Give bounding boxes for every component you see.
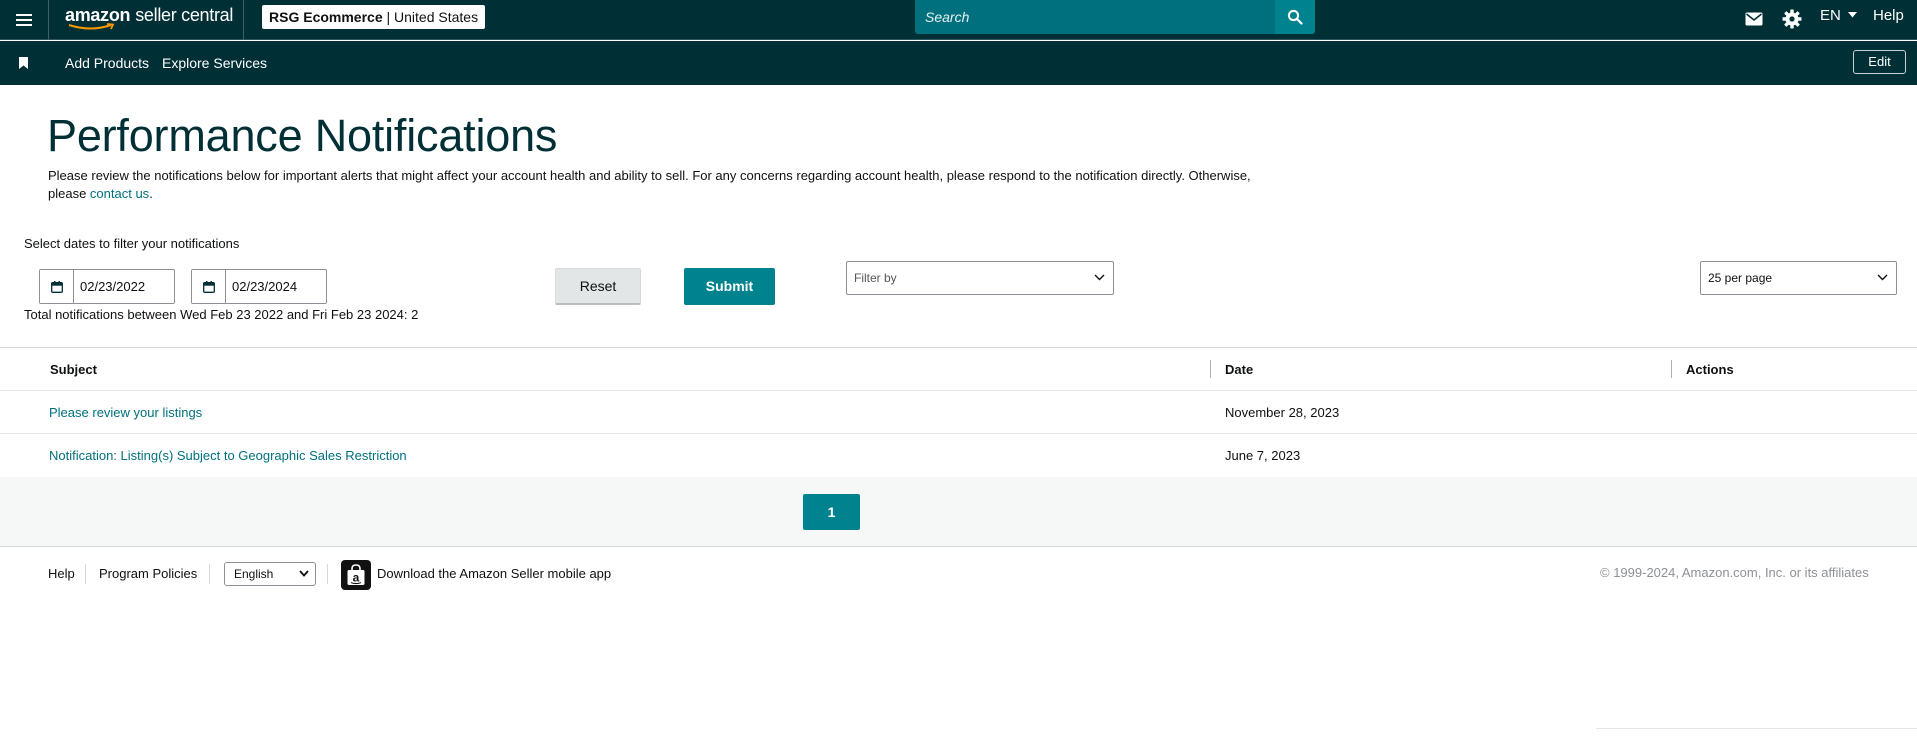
- page-edge-line: [1596, 728, 1917, 729]
- shopping-bag-icon: a: [347, 564, 365, 585]
- contact-us-link[interactable]: contact us: [90, 186, 149, 201]
- table-row: Notification: Listing(s) Subject to Geog…: [0, 434, 1917, 477]
- calendar-icon: [50, 280, 63, 293]
- settings-button[interactable]: [1781, 8, 1803, 30]
- notification-date: November 28, 2023: [1225, 405, 1340, 420]
- table-row: Please review your listings November 28,…: [0, 391, 1917, 434]
- mail-icon: [1745, 12, 1763, 26]
- language-selector[interactable]: EN: [1820, 7, 1858, 24]
- program-policies-link[interactable]: Program Policies: [99, 566, 197, 581]
- account-switcher[interactable]: RSG Ecommerce | United States: [262, 5, 486, 29]
- notification-date: June 7, 2023: [1225, 448, 1301, 463]
- end-date-picker: [191, 269, 327, 304]
- footer-divider: [85, 564, 86, 584]
- help-link[interactable]: Help: [1873, 7, 1904, 24]
- notification-subject-link[interactable]: Please review your listings: [49, 391, 202, 434]
- footer-divider: [327, 564, 328, 584]
- column-divider: [1210, 360, 1211, 378]
- explore-services-link[interactable]: Explore Services: [162, 55, 267, 71]
- date-filter-label: Select dates to filter your notification…: [24, 236, 240, 251]
- messages-button[interactable]: [1743, 8, 1765, 30]
- top-nav-bar: amazon seller central RSG Ecommerce | Un…: [0, 0, 1917, 40]
- start-date-input[interactable]: [74, 270, 174, 303]
- caret-down-icon: [1848, 12, 1858, 18]
- page-number-button[interactable]: 1: [803, 494, 860, 530]
- search-bar: [915, 0, 1315, 34]
- search-input[interactable]: [915, 0, 1275, 34]
- nav-divider: [243, 0, 244, 40]
- notification-subject-link[interactable]: Notification: Listing(s) Subject to Geog…: [49, 434, 407, 477]
- search-icon: [1287, 9, 1303, 25]
- svg-text:a: a: [353, 571, 360, 585]
- chevron-down-icon: [299, 570, 309, 577]
- page-intro: Please review the notifications below fo…: [48, 168, 1251, 201]
- subject-column-header: Subject: [50, 362, 97, 377]
- per-page-dropdown[interactable]: 25 per page: [1700, 261, 1897, 295]
- actions-column-header: Actions: [1686, 362, 1734, 377]
- submit-button[interactable]: Submit: [684, 268, 775, 305]
- account-store-name: RSG Ecommerce: [269, 9, 383, 25]
- footer-divider: [209, 564, 210, 584]
- start-date-calendar-button[interactable]: [40, 270, 74, 303]
- reset-button[interactable]: Reset: [555, 268, 641, 305]
- chevron-down-icon: [1877, 274, 1888, 281]
- chevron-down-icon: [1094, 274, 1105, 281]
- bookmark-icon: [19, 57, 28, 69]
- bookmark-button[interactable]: [19, 56, 28, 74]
- account-region: United States: [394, 9, 479, 25]
- bookmarks-bar: Add Products Explore Services Edit: [0, 41, 1917, 85]
- download-app-link[interactable]: Download the Amazon Seller mobile app: [377, 566, 611, 581]
- logo-smile-icon: [68, 23, 115, 30]
- start-date-picker: [39, 269, 175, 304]
- filter-by-dropdown[interactable]: Filter by: [846, 261, 1114, 295]
- page-title: Performance Notifications: [47, 110, 558, 161]
- edit-bookmarks-button[interactable]: Edit: [1853, 50, 1906, 74]
- table-header-row: Subject Date Actions: [0, 348, 1917, 391]
- end-date-calendar-button[interactable]: [192, 270, 226, 303]
- menu-icon[interactable]: [12, 8, 36, 32]
- footer-help-link[interactable]: Help: [48, 566, 75, 581]
- gear-icon: [1782, 9, 1802, 29]
- nav-divider: [48, 0, 49, 40]
- add-products-link[interactable]: Add Products: [65, 55, 149, 71]
- amazon-seller-app-icon[interactable]: a: [341, 560, 371, 590]
- calendar-icon: [202, 280, 215, 293]
- total-notifications-count: Total notifications between Wed Feb 23 2…: [24, 307, 419, 322]
- search-button[interactable]: [1275, 0, 1315, 34]
- end-date-input[interactable]: [226, 270, 326, 303]
- seller-central-logo[interactable]: amazon seller central: [65, 3, 233, 33]
- notifications-table: Subject Date Actions Please review your …: [0, 347, 1917, 478]
- pagination-bar: 1: [0, 477, 1917, 547]
- copyright-text: © 1999-2024, Amazon.com, Inc. or its aff…: [1600, 565, 1869, 580]
- column-divider: [1671, 360, 1672, 378]
- footer-language-select[interactable]: English: [224, 562, 316, 586]
- date-column-header: Date: [1225, 362, 1254, 377]
